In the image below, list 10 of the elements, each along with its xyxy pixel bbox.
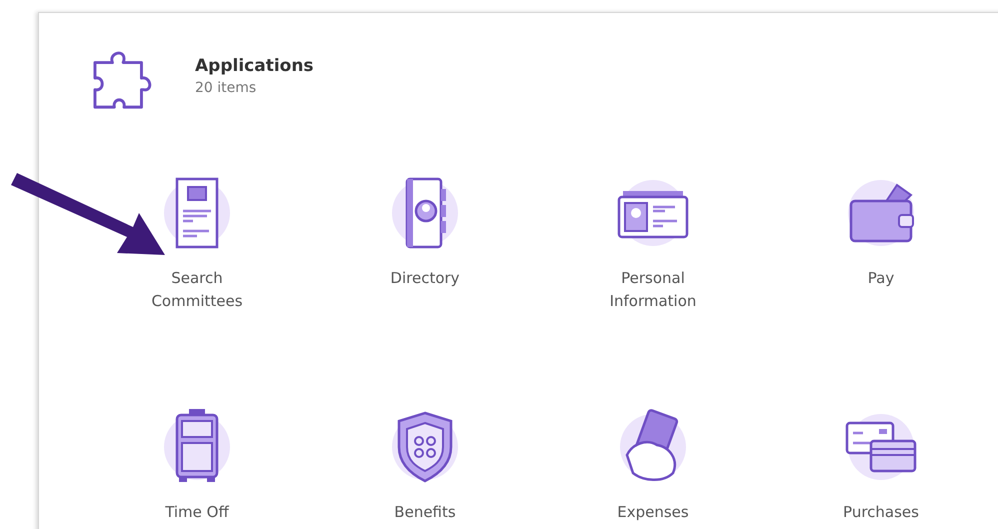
item-count: 20 items [195, 80, 258, 96]
app-label[interactable]: Benefits [365, 501, 485, 524]
app-label[interactable]: Expenses [593, 501, 713, 524]
app-label[interactable]: Time Off [137, 501, 257, 524]
section-title: Applications [195, 56, 314, 76]
app-label[interactable]: Purchases [821, 501, 941, 524]
app-label[interactable]: Search Committees [137, 267, 257, 313]
app-label[interactable]: Pay [821, 267, 941, 290]
app-label[interactable]: Directory [365, 267, 485, 290]
app-label[interactable]: Personal Information [593, 267, 713, 313]
